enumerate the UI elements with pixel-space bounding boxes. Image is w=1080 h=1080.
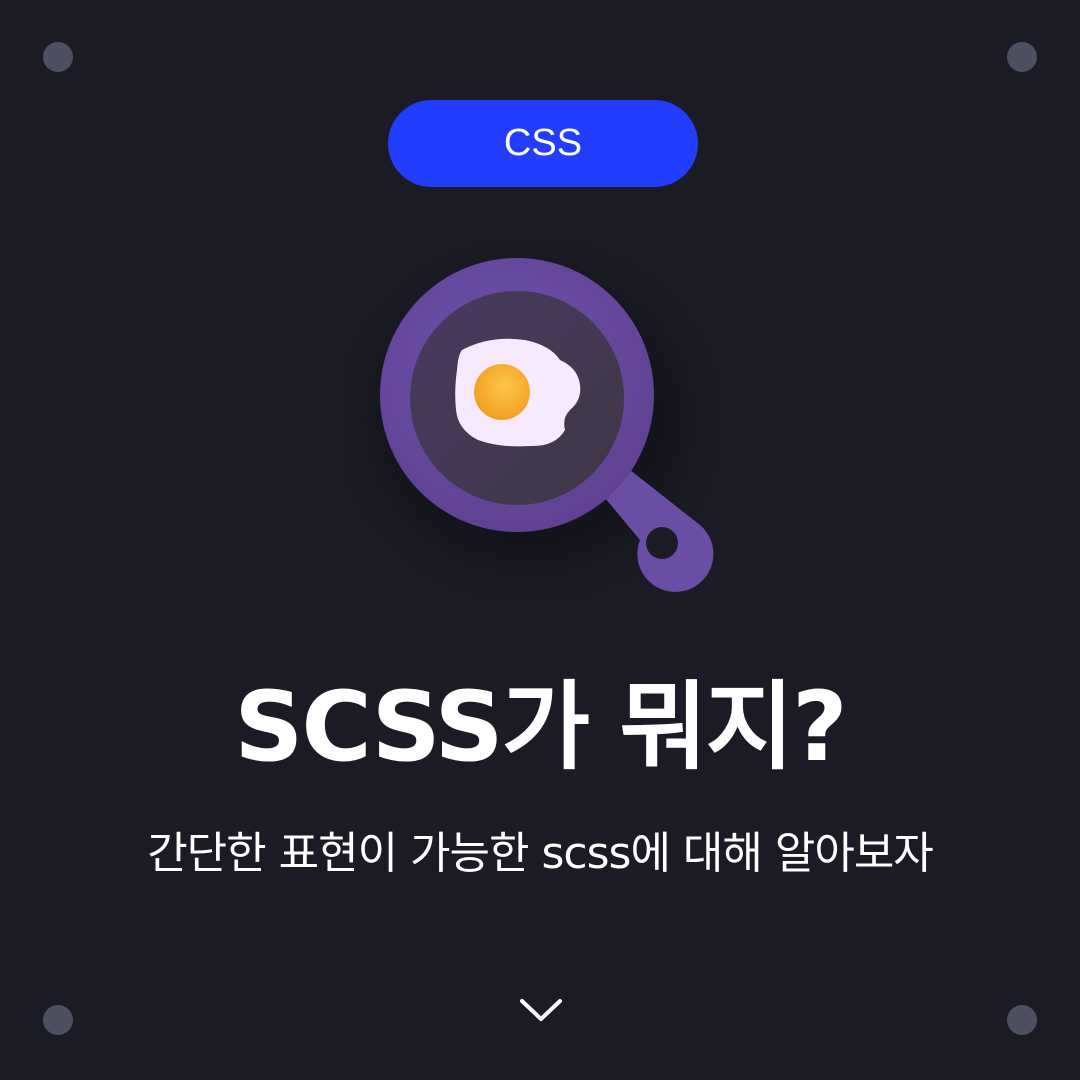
category-badge: CSS xyxy=(388,100,698,187)
page-title: SCSS가 뭐지? xyxy=(234,671,847,783)
corner-dot-bottom-left xyxy=(43,1005,73,1035)
corner-dot-top-right xyxy=(1007,42,1037,72)
corner-dot-bottom-right xyxy=(1007,1005,1037,1035)
page-subtitle: 간단한 표현이 가능한 scss에 대해 알아보자 xyxy=(147,828,934,879)
frying-pan-with-egg-icon xyxy=(370,258,714,592)
category-badge-label: CSS xyxy=(503,122,583,164)
corner-dot-top-left xyxy=(43,42,73,72)
chevron-down-icon[interactable] xyxy=(518,995,564,1025)
